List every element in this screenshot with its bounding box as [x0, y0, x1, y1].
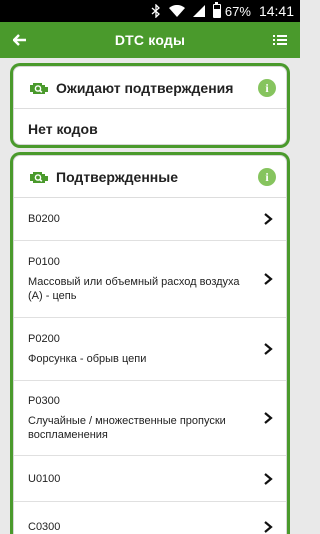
chevron-right-icon [264, 520, 273, 533]
page-title: DTC коды [114, 32, 186, 48]
arrow-left-icon [13, 34, 26, 46]
pending-header: Ожидают подтверждения i [14, 67, 286, 109]
dtc-code: P0300 [28, 394, 60, 407]
status-bar: 67% 14:41 [0, 0, 300, 22]
list-icon [273, 35, 287, 45]
dtc-list-item[interactable]: C0300 [14, 502, 286, 534]
battery-percent: 67% [224, 3, 251, 19]
engine-search-icon [30, 171, 48, 183]
info-icon[interactable]: i [258, 168, 276, 186]
dtc-description: Массовый или объемный расход воздуха (А)… [28, 275, 240, 302]
no-codes-text: Нет кодов [28, 121, 98, 137]
clock: 14:41 [258, 3, 294, 19]
chevron-right-icon [264, 273, 273, 285]
pending-card: Ожидают подтверждения i Нет кодов [13, 66, 287, 145]
confirmed-title: Подтвержденные [56, 168, 179, 185]
chevron-right-icon [264, 472, 273, 485]
bluetooth-icon [151, 4, 161, 18]
info-icon[interactable]: i [258, 79, 276, 97]
list-menu-button[interactable] [268, 28, 292, 52]
dtc-code: P0100 [28, 255, 60, 268]
wifi-icon [168, 5, 185, 17]
dtc-code: U0100 [28, 472, 61, 485]
dtc-list-item[interactable]: P0300 Случайные / множественные пропуски… [14, 381, 286, 456]
dtc-list-item[interactable]: B0200 [14, 198, 286, 241]
app-bar: DTC коды [0, 22, 300, 58]
engine-search-icon [30, 82, 48, 94]
dtc-code: C0300 [28, 520, 61, 533]
chevron-right-icon [264, 343, 273, 355]
content: Ожидают подтверждения i Нет кодов Подтве… [0, 58, 300, 534]
battery-icon [212, 2, 221, 18]
confirmed-header: Подтвержденные i [14, 156, 286, 198]
back-button[interactable] [8, 28, 32, 52]
dtc-code: P0200 [28, 332, 60, 345]
dtc-list: B0200 P0100 Массовый или объемный расход… [14, 198, 286, 534]
dtc-code: B0200 [28, 213, 60, 225]
chevron-right-icon [264, 412, 273, 424]
dtc-list-item[interactable]: P0200 Форсунка - обрыв цепи [14, 318, 286, 381]
dtc-list-item[interactable]: U0100 [14, 456, 286, 502]
signal-icon [192, 5, 205, 17]
chevron-right-icon [264, 213, 273, 225]
confirmed-card: Подтвержденные i B0200 P0100 Массовый ил… [13, 155, 287, 534]
dtc-list-item[interactable]: P0100 Массовый или объемный расход возду… [14, 241, 286, 318]
pending-title: Ожидают подтверждения [56, 79, 234, 96]
dtc-description: Случайные / множественные пропуски воспл… [28, 414, 226, 441]
dtc-description: Форсунка - обрыв цепи [28, 352, 147, 365]
